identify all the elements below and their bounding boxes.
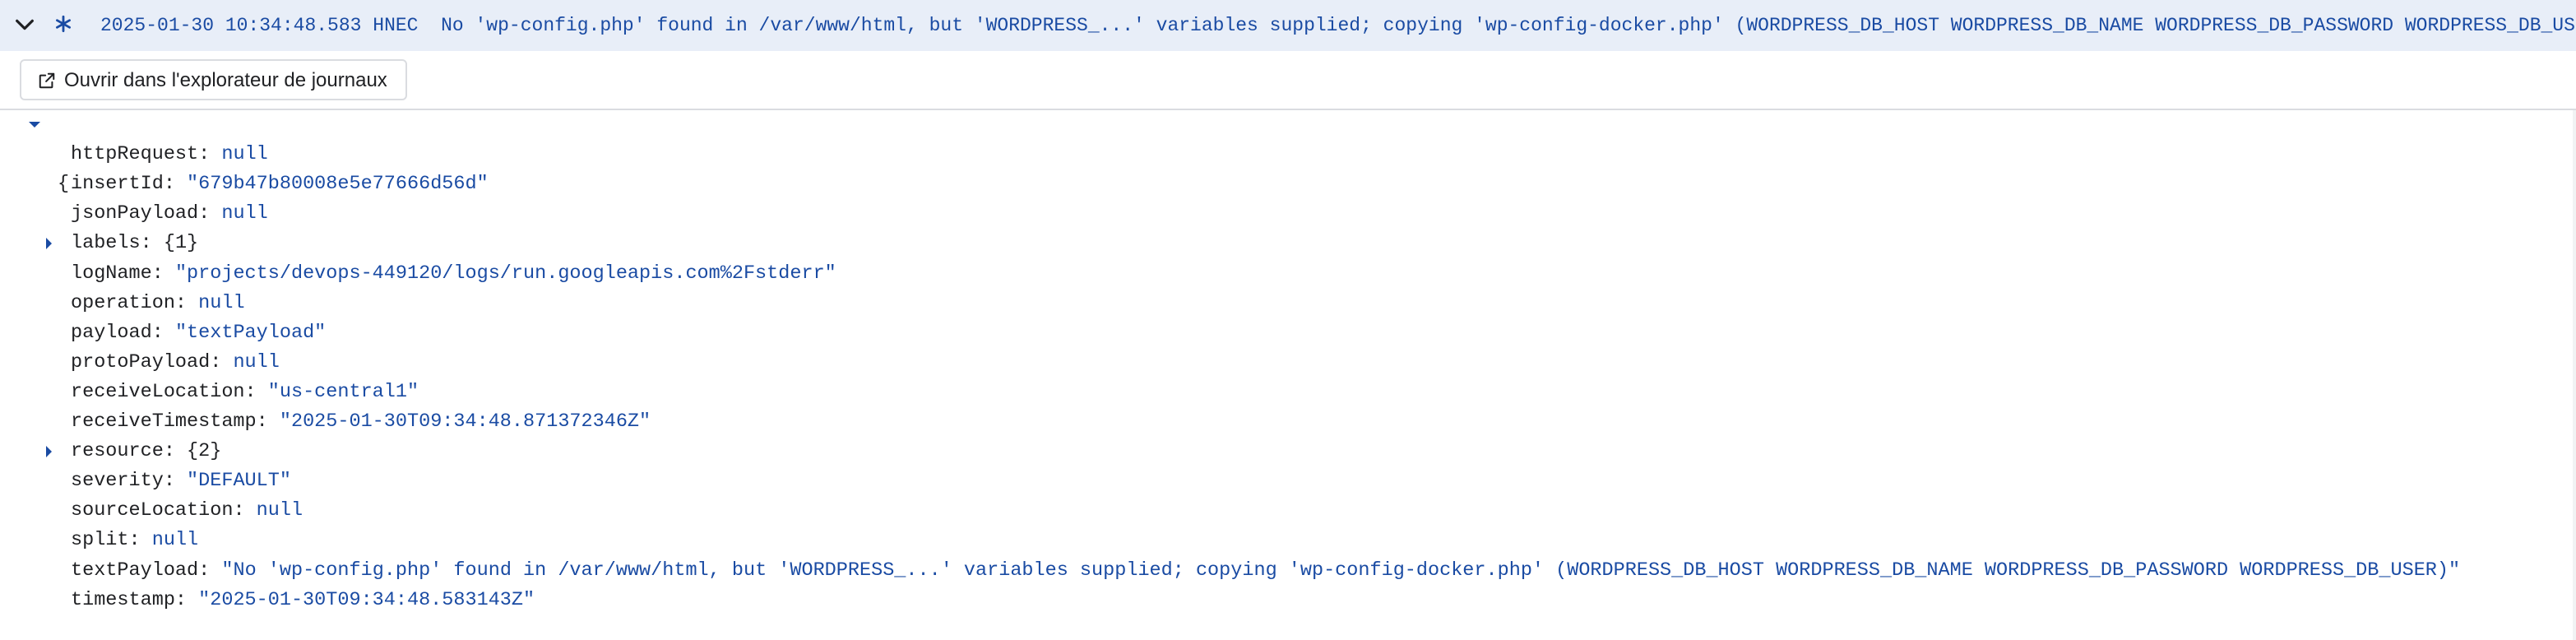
field-value: "No 'wp-config.php' found in /var/www/ht…: [221, 559, 2461, 582]
field-value: {2}: [187, 440, 222, 463]
field-colon: :: [198, 202, 222, 225]
field-key: timestamp: [71, 588, 175, 611]
log-entry-actions: Ouvrir dans l'explorateur de journaux: [0, 51, 2576, 110]
chevron-down-icon[interactable]: [12, 12, 38, 38]
field-key: severity: [71, 470, 164, 493]
field-key: logName: [71, 262, 152, 285]
field-key: labels: [71, 232, 141, 255]
field-key: textPayload: [71, 559, 199, 582]
field-row-protoPayload: protoPayload: null: [71, 348, 280, 378]
field-row-payload: payload: "textPayload": [71, 318, 326, 348]
field-colon: :: [198, 143, 222, 166]
field-colon: :: [151, 262, 175, 285]
log-entry-json-tree: { httpRequest: null insertId: "679b47b800…: [0, 110, 2576, 640]
field-key: split: [71, 529, 129, 552]
field-value: "2025-01-30T09:34:48.871372346Z": [279, 410, 651, 433]
field-colon: :: [174, 588, 199, 611]
field-colon: :: [163, 470, 188, 493]
field-colon: :: [198, 559, 222, 582]
field-value: "DEFAULT": [187, 470, 291, 493]
field-row-timestamp: timestamp: "2025-01-30T09:34:48.583143Z": [71, 586, 535, 615]
field-key: resource: [71, 440, 164, 463]
open-in-logs-explorer-label: Ouvrir dans l'explorateur de journaux: [64, 69, 387, 91]
field-colon: :: [140, 232, 164, 255]
field-key: payload: [71, 321, 152, 344]
field-value: null: [256, 499, 303, 522]
field-row-jsonPayload: jsonPayload: null: [71, 199, 268, 229]
log-summary-text: 2025-01-30 10:34:48.583 HNEC No 'wp-conf…: [100, 0, 2576, 51]
field-row-httpRequest: httpRequest: null: [71, 140, 268, 169]
field-colon: :: [163, 440, 188, 463]
field-row-labels[interactable]: labels: {1}: [46, 229, 199, 258]
root-object-row[interactable]: {: [26, 110, 72, 195]
field-colon: :: [151, 321, 175, 344]
field-row-operation: operation: null: [71, 289, 245, 318]
field-key: sourceLocation: [71, 499, 234, 522]
field-colon: :: [210, 350, 234, 373]
field-row-severity: severity: "DEFAULT": [71, 466, 291, 496]
triangle-right-icon[interactable]: [41, 437, 58, 466]
field-key: receiveLocation: [71, 380, 245, 403]
field-value: null: [198, 291, 245, 314]
log-timestamp: 2025-01-30 10:34:48.583: [100, 15, 362, 36]
field-key: operation: [71, 291, 175, 314]
field-colon: :: [128, 529, 152, 552]
field-row-sourceLocation: sourceLocation: null: [71, 496, 303, 526]
field-value: null: [151, 529, 199, 552]
open-in-logs-explorer-button[interactable]: Ouvrir dans l'explorateur de journaux: [20, 59, 407, 100]
field-row-logName: logName: "projects/devops-449120/logs/ru…: [71, 259, 836, 289]
field-colon: :: [174, 291, 199, 314]
field-key: jsonPayload: [71, 202, 199, 225]
field-row-split: split: null: [71, 526, 198, 555]
field-value: null: [221, 143, 268, 166]
field-key: httpRequest: [71, 143, 199, 166]
open-in-new-icon: [39, 72, 55, 89]
field-value: "679b47b80008e5e77666d56d": [187, 173, 489, 196]
field-row-resource[interactable]: resource: {2}: [46, 437, 222, 466]
field-colon: :: [256, 410, 280, 433]
field-colon: :: [163, 173, 188, 196]
field-value: "2025-01-30T09:34:48.583143Z": [198, 588, 535, 611]
field-key: insertId: [71, 173, 164, 196]
field-value: "projects/devops-449120/logs/run.googlea…: [174, 262, 836, 285]
field-row-insertId: insertId: "679b47b80008e5e77666d56d": [71, 169, 489, 199]
field-value: {1}: [163, 232, 199, 255]
log-message: No 'wp-config.php' found in /var/www/htm…: [441, 15, 2576, 36]
log-entry-summary-row[interactable]: 2025-01-30 10:34:48.583 HNEC No 'wp-conf…: [0, 0, 2576, 53]
field-row-textPayload: textPayload: "No 'wp-config.php' found i…: [71, 556, 2460, 586]
triangle-right-icon[interactable]: [41, 229, 58, 258]
field-value: "textPayload": [174, 321, 327, 344]
field-row-receiveTimestamp: receiveTimestamp: "2025-01-30T09:34:48.8…: [71, 407, 651, 437]
log-timezone: HNEC: [373, 15, 419, 36]
open-brace: {: [58, 173, 70, 195]
triangle-down-icon[interactable]: [26, 110, 43, 140]
field-value: "us-central1": [267, 380, 419, 403]
field-key: protoPayload: [71, 350, 211, 373]
field-value: null: [233, 350, 280, 373]
field-colon: :: [244, 380, 268, 403]
field-value: null: [221, 202, 268, 225]
asterisk-default-severity-icon: [56, 15, 71, 33]
field-key: receiveTimestamp: [71, 410, 257, 433]
field-colon: :: [233, 499, 257, 522]
scrollbar-track[interactable]: [2573, 110, 2576, 640]
field-row-receiveLocation: receiveLocation: "us-central1": [71, 378, 419, 407]
